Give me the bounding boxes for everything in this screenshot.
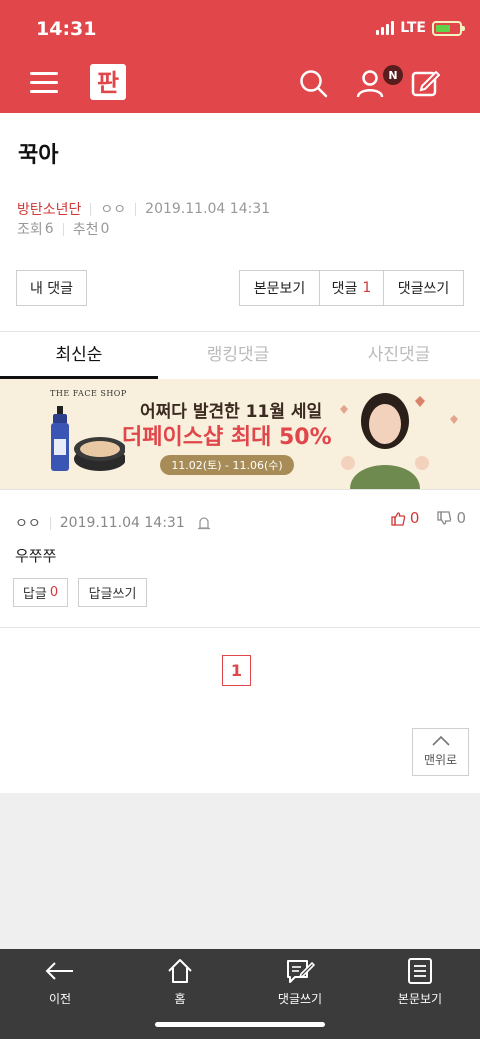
status-time: 14:31 xyxy=(36,18,97,40)
menu-icon[interactable] xyxy=(30,72,58,94)
banner-sale-text: 더페이스샵 최대 50% xyxy=(122,425,332,450)
banner-dates: 11.02(토) - 11.06(수) xyxy=(160,455,294,475)
post-title: 꾹아 xyxy=(18,143,59,168)
recommend-label: 추천 xyxy=(72,222,99,238)
nav-write-comment-label: 댓글쓰기 xyxy=(277,992,323,1006)
post-author: ㅇㅇ xyxy=(100,202,127,218)
dislikes-count: 0 xyxy=(456,509,466,527)
nav-back-label: 이전 xyxy=(48,992,72,1006)
reply-label: 답글 xyxy=(22,587,47,602)
signal-icon xyxy=(376,21,395,35)
board-link[interactable]: 방탄소년단 xyxy=(17,199,81,219)
banner-brand: THE FACE SHOP xyxy=(50,389,127,398)
reply-button[interactable]: 답글 0 xyxy=(13,578,68,607)
bottom-nav: 이전 홈 댓글쓰기 본문보기 xyxy=(0,949,480,1039)
logo-text: 판 xyxy=(97,69,119,97)
nav-view-post[interactable]: 본문보기 xyxy=(360,957,480,1007)
scroll-to-top-label: 맨위로 xyxy=(423,753,458,767)
views-label: 조회 xyxy=(17,222,43,238)
divider xyxy=(0,489,480,490)
top-bar: 14:31 LTE 판 N xyxy=(0,0,480,113)
comments-button[interactable]: 댓글 1 xyxy=(319,270,384,306)
home-indicator xyxy=(155,1022,325,1027)
comment-meta: ㅇㅇ 2019.11.04 14:31 xyxy=(15,513,211,533)
post-meta: 방탄소년단 ㅇㅇ 2019.11.04 14:31 xyxy=(17,199,270,219)
post-stats: 조회 6 추천 0 xyxy=(17,219,109,239)
comment-votes: 0 0 xyxy=(391,509,466,527)
write-comment-button[interactable]: 댓글쓰기 xyxy=(383,270,464,306)
tab-latest[interactable]: 최신순 xyxy=(0,332,158,379)
chevron-up-icon xyxy=(431,735,450,746)
page-number-current[interactable]: 1 xyxy=(222,655,251,686)
report-icon[interactable] xyxy=(197,516,211,530)
tab-ranking[interactable]: 랭킹댓글 xyxy=(158,332,318,379)
comment-text: 우쭈쭈 xyxy=(15,547,57,565)
nav-back[interactable]: 이전 xyxy=(0,957,120,1007)
views-count: 6 xyxy=(44,221,54,237)
comment-sort-tabs: 최신순 랭킹댓글 사진댓글 xyxy=(0,332,480,379)
comment-datetime: 2019.11.04 14:31 xyxy=(59,515,185,531)
nav-home[interactable]: 홈 xyxy=(120,957,240,1007)
my-comments-button[interactable]: 내 댓글 xyxy=(16,270,87,306)
search-icon[interactable] xyxy=(298,68,328,98)
view-post-button[interactable]: 본문보기 xyxy=(239,270,320,306)
product-image xyxy=(51,406,125,471)
ad-banner[interactable]: THE FACE SHOP 어쩌다 발견한 11월 세일 더페이스샵 최대 50… xyxy=(0,379,480,489)
status-indicators: LTE xyxy=(376,20,465,36)
tab-photo[interactable]: 사진댓글 xyxy=(318,332,480,379)
home-icon xyxy=(168,959,192,983)
write-reply-button[interactable]: 답글쓰기 xyxy=(78,578,147,607)
logo[interactable]: 판 xyxy=(88,62,128,102)
comments-label: 댓글 xyxy=(331,281,358,297)
nav-write-comment[interactable]: 댓글쓰기 xyxy=(240,957,360,1007)
scroll-to-top-button[interactable]: 맨위로 xyxy=(412,728,469,776)
nav-home-label: 홈 xyxy=(174,992,186,1006)
nav-view-post-label: 본문보기 xyxy=(397,992,443,1006)
thumbs-down-icon[interactable] xyxy=(437,510,452,526)
likes-count: 0 xyxy=(409,509,420,527)
recommend-count: 0 xyxy=(100,221,110,237)
comment-author: ㅇㅇ xyxy=(15,516,41,532)
reply-count: 0 xyxy=(49,585,59,600)
write-icon[interactable] xyxy=(410,68,440,98)
user-icon[interactable] xyxy=(355,68,385,98)
battery-icon xyxy=(432,20,465,36)
document-icon xyxy=(408,958,432,984)
divider xyxy=(0,627,480,628)
thumbs-up-icon[interactable] xyxy=(391,511,406,526)
notification-badge[interactable]: N xyxy=(383,65,403,85)
back-arrow-icon xyxy=(45,962,73,980)
post-datetime: 2019.11.04 14:31 xyxy=(145,201,271,217)
comment-write-icon xyxy=(287,960,315,983)
network-label: LTE xyxy=(400,20,426,36)
model-photo xyxy=(340,393,458,489)
post-content: 꾹아 방탄소년단 ㅇㅇ 2019.11.04 14:31 조회 6 추천 0 내… xyxy=(0,113,480,793)
comments-count: 1 xyxy=(362,280,372,296)
